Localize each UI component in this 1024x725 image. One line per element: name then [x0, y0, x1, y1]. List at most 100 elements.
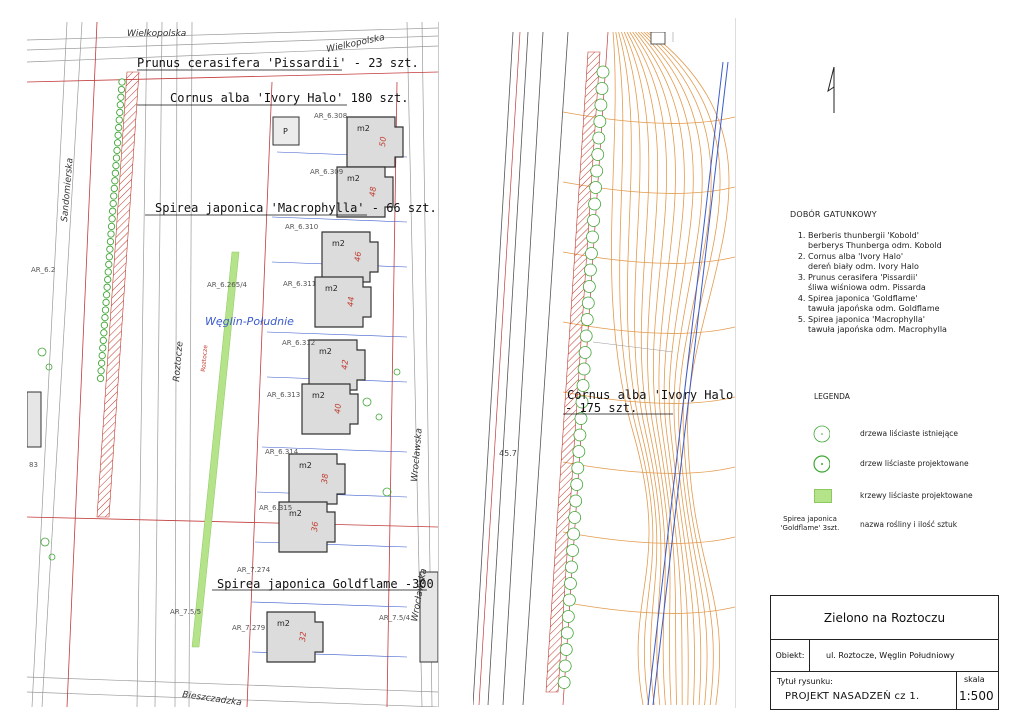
planned-tree	[113, 146, 121, 155]
legend-label: drzew liściaste projektowane	[860, 459, 969, 468]
planned-tree	[109, 199, 117, 208]
planned-tree	[105, 253, 114, 261]
building-area: m2	[312, 391, 325, 400]
planned-tree	[101, 306, 110, 314]
shrub-swatch-icon	[814, 489, 832, 503]
object-row: Obiekt: ul. Roztocze, Węglin Południowy	[771, 639, 998, 672]
left-map-svg: m250m248m246m244m242m240m238m236m232 P W…	[27, 22, 438, 707]
misc-label-83: 83	[29, 461, 38, 469]
planned-tree	[115, 116, 123, 124]
planned-tree	[111, 169, 120, 177]
planned-tree	[105, 260, 113, 269]
legend-sample-line1: Spirea japonica	[783, 515, 837, 523]
planned-tree	[557, 676, 571, 689]
building-number: 42	[340, 359, 350, 370]
drawing-title-cell: Tytuł rysunku: PROJEKT NASADZEŃ cz 1.	[771, 671, 957, 709]
legend-row-shrubs: krzewy liściaste projektowane	[810, 486, 1000, 506]
blue-line	[647, 61, 729, 705]
planned-tree	[561, 610, 575, 623]
species-latin: Prunus cerasifera 'Pissardii'	[808, 273, 918, 282]
building-area: m2	[332, 239, 345, 248]
parcel-label: AR_6.2	[31, 266, 55, 274]
species-polish: tawuła japońska odm. Goldflame	[808, 304, 940, 313]
planned-tree	[114, 131, 122, 139]
building	[346, 116, 404, 168]
left-map-panel: m2 50 m2 48 m2 46 m2 44 m2 42 m2 40 m2 38 m2 36 m2 32 P W…	[27, 22, 439, 707]
planned-tree	[590, 164, 604, 178]
contour-line	[643, 32, 712, 705]
parcel-label: AR_6.312	[282, 339, 315, 347]
planned-tree	[117, 93, 125, 101]
planned-tree	[116, 101, 125, 109]
planned-tree	[581, 296, 595, 310]
planned-tree	[591, 148, 605, 161]
contour-line	[618, 32, 658, 705]
parcel-label: AR_6.315	[259, 504, 292, 512]
plant-label-cornus-right: Cornus alba 'Ivory Halo'	[567, 388, 735, 402]
plant-label-spirea-macrophylla: Spirea japonica 'Macrophylla' - 66 szt.	[155, 201, 437, 215]
building-number: 32	[298, 631, 308, 642]
planned-tree	[110, 192, 118, 200]
legend-sample: Spirea japonica 'Goldflame' 3szt.	[780, 515, 840, 533]
planned-tree	[586, 230, 599, 244]
right-map-panel: Cornus alba 'Ivory Halo' - 175 szt. 45.7	[473, 32, 735, 705]
planned-tree	[115, 123, 123, 132]
species-latin: Berberis thunbergii 'Kobold'	[808, 231, 919, 240]
planned-tree	[100, 329, 108, 337]
building-number: 48	[368, 186, 378, 197]
parcel-label: AR_6.310	[285, 223, 318, 231]
plant-label-cornus-count: - 175 szt.	[565, 401, 637, 415]
species-latin: Spirea japonica 'Goldflame'	[808, 294, 918, 303]
building-area: m2	[299, 461, 312, 470]
species-latin: Cornus alba 'Ivory Halo'	[808, 252, 904, 261]
planned-tree	[109, 207, 117, 215]
planned-tree	[585, 247, 598, 260]
object-value: ul. Roztocze, Węglin Południowy	[826, 651, 955, 660]
planned-tree	[117, 85, 126, 94]
planned-tree	[104, 275, 112, 284]
building	[321, 231, 379, 283]
planned-tree	[97, 367, 105, 375]
plant-label-cornus: Cornus alba 'Ivory Halo' 180 szt.	[170, 91, 408, 105]
planned-tree	[118, 78, 126, 86]
planned-tree	[99, 344, 107, 352]
planned-tree	[102, 298, 110, 307]
district-label: Węglin-Południe	[205, 315, 294, 328]
legend-sample-desc: nazwa rośliny i ilość sztuk	[860, 520, 958, 529]
planned-tree	[112, 161, 120, 170]
planned-tree	[559, 643, 573, 656]
existing-tree-icon	[813, 425, 830, 443]
planned-tree	[594, 98, 608, 112]
planned-tree	[578, 346, 592, 359]
planned-tree	[116, 108, 124, 117]
planned-tree	[96, 374, 105, 383]
legend-row-planned-tree: drzew liściaste projektowane	[810, 454, 1000, 474]
planned-tree	[572, 445, 586, 458]
planned-tree	[579, 329, 593, 343]
species-items: Berberis thunbergii 'Kobold'berberys Thu…	[790, 231, 990, 335]
building	[266, 611, 324, 663]
planned-tree	[106, 245, 114, 253]
species-latin: Spirea japonica 'Macrophylla'	[808, 315, 925, 324]
species-list: DOBÓR GATUNKOWY Berberis thunbergii 'Kob…	[790, 210, 990, 336]
planned-tree	[104, 268, 112, 276]
building	[288, 453, 346, 505]
drawing-title-label: Tytuł rysunku:	[777, 677, 833, 686]
planned-tree	[580, 313, 594, 326]
planned-tree	[107, 230, 115, 238]
planned-tree	[112, 154, 121, 162]
parcel-label: AR_7.5/5	[170, 608, 201, 616]
parking-label: P	[283, 127, 288, 136]
plant-label-prunus: Prunus cerasifera 'Pissardii' - 23 szt.	[137, 56, 419, 70]
contour-line	[632, 32, 683, 705]
building-area: m2	[277, 619, 290, 628]
planned-tree	[563, 593, 576, 607]
planned-tree	[103, 283, 111, 291]
building-number: 38	[320, 473, 330, 484]
street-wielkopolska-2: Wielkopolska	[326, 33, 386, 55]
planned-tree	[102, 291, 111, 299]
project-name: Zielono na Roztoczu	[771, 596, 998, 640]
planned-tree	[571, 461, 585, 475]
building-number: 40	[333, 403, 343, 414]
planned-tree	[101, 313, 109, 322]
